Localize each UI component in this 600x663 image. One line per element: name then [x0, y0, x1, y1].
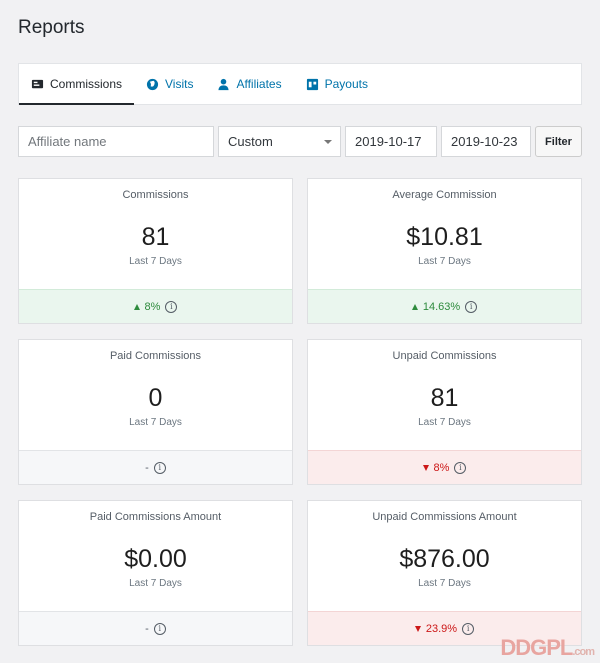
arrow-up-icon — [411, 303, 418, 310]
card-footer: 8% i — [19, 289, 292, 323]
stat-card-commissions: Commissions 81 Last 7 Days 8% i — [18, 178, 293, 324]
date-range-value: Custom — [228, 134, 273, 149]
date-to-input[interactable]: 2019-10-23 — [441, 126, 531, 157]
tab-label: Visits — [165, 77, 194, 91]
date-from-input[interactable]: 2019-10-17 — [345, 126, 437, 157]
card-footer: 8% i — [308, 450, 581, 484]
card-label: Average Commission — [392, 189, 497, 201]
stat-card-unpaid-commissions: Unpaid Commissions 81 Last 7 Days 8% i — [307, 339, 582, 485]
date-range-select[interactable]: Custom — [218, 126, 341, 157]
stat-card-unpaid-commissions-amount: Unpaid Commissions Amount $876.00 Last 7… — [307, 500, 582, 646]
tab-label: Payouts — [324, 77, 368, 91]
card-period: Last 7 Days — [129, 417, 182, 428]
info-icon[interactable]: i — [454, 461, 467, 474]
change-value: - — [145, 461, 149, 474]
card-value: $876.00 — [399, 545, 490, 573]
card-value: $10.81 — [406, 223, 483, 251]
affiliate-name-input[interactable]: Affiliate name — [18, 126, 214, 157]
info-icon[interactable]: i — [462, 622, 475, 635]
change-value: 8% — [433, 461, 450, 474]
arrow-down-icon — [414, 625, 421, 632]
card-footer: 14.63% i — [308, 289, 581, 323]
card-footer: - i — [19, 611, 292, 645]
filter-button[interactable]: Filter — [535, 126, 582, 157]
watermark-brand: DDGPL — [500, 635, 573, 660]
card-period: Last 7 Days — [129, 256, 182, 267]
commissions-icon — [31, 79, 44, 88]
report-tabs: Commissions Visits Affiliates Payouts — [18, 63, 582, 105]
card-label: Paid Commissions — [109, 350, 202, 362]
card-label: Commissions — [122, 189, 189, 201]
info-icon[interactable]: i — [153, 622, 166, 635]
info-icon[interactable]: i — [165, 300, 178, 313]
change-value: 23.9% — [425, 622, 458, 635]
card-period: Last 7 Days — [418, 417, 471, 428]
card-value: 81 — [141, 223, 170, 251]
tab-payouts[interactable]: Payouts — [294, 64, 380, 104]
user-icon — [218, 78, 230, 90]
chevron-down-icon — [324, 140, 332, 144]
watermark-logo: DDGPL.com — [500, 635, 595, 661]
card-period: Last 7 Days — [418, 256, 471, 267]
globe-icon — [146, 78, 159, 90]
stat-card-paid-commissions-amount: Paid Commissions Amount $0.00 Last 7 Day… — [18, 500, 293, 646]
arrow-up-icon — [133, 303, 140, 310]
card-footer: - i — [19, 450, 292, 484]
card-label: Unpaid Commissions — [392, 350, 497, 362]
info-icon[interactable]: i — [153, 461, 166, 474]
stat-card-paid-commissions: Paid Commissions 0 Last 7 Days - i — [18, 339, 293, 485]
card-label: Unpaid Commissions Amount — [372, 511, 517, 523]
card-period: Last 7 Days — [418, 578, 471, 589]
payouts-icon — [306, 78, 318, 90]
card-value: $0.00 — [124, 545, 187, 573]
page-title: Reports — [18, 17, 85, 38]
change-value: 14.63% — [422, 300, 461, 313]
card-period: Last 7 Days — [129, 578, 182, 589]
change-value: - — [145, 622, 149, 635]
card-label: Paid Commissions Amount — [89, 511, 222, 523]
stat-card-average-commission: Average Commission $10.81 Last 7 Days 14… — [307, 178, 582, 324]
tab-commissions[interactable]: Commissions — [19, 64, 135, 105]
card-value: 81 — [430, 384, 459, 412]
tab-visits[interactable]: Visits — [134, 64, 205, 104]
card-value: 0 — [148, 384, 163, 412]
tab-label: Commissions — [50, 77, 123, 91]
arrow-down-icon — [422, 464, 429, 471]
watermark-suffix: .com — [572, 646, 595, 658]
tab-affiliates[interactable]: Affiliates — [205, 64, 293, 104]
info-icon[interactable]: i — [465, 300, 478, 313]
tab-label: Affiliates — [236, 77, 282, 91]
change-value: 8% — [144, 300, 161, 313]
